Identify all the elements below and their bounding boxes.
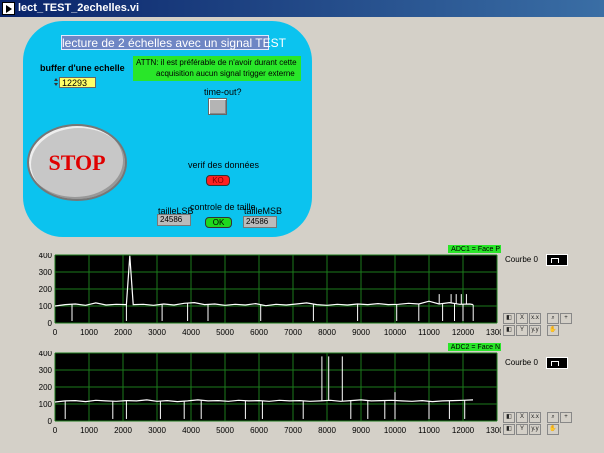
graph2-cursor-icon[interactable]: + [560, 412, 572, 423]
x-tick-label: 5000 [216, 426, 234, 435]
graph1-y-scale-lock-icon[interactable]: ◧ [503, 325, 515, 336]
labview-vi-icon [2, 2, 15, 15]
waveform-graph-adc1: 0 100 200 300 400 0 1000 2000 3000 4000 5000 6000 70… [23, 253, 501, 345]
x-tick-label: 8000 [318, 328, 336, 337]
graph2-x-autoscale-icon[interactable]: X [516, 412, 528, 423]
graph1-x-autoscale-icon[interactable]: X [516, 313, 528, 324]
graph1-y-autoscale-icon[interactable]: Y [516, 325, 528, 336]
graph1-curve-legend[interactable]: Courbe 0 [503, 254, 569, 266]
graph2-curve-swatch-icon[interactable] [546, 357, 568, 369]
graph2-zoom-icon[interactable]: ⌕ [547, 412, 559, 423]
buffer-label: buffer d'une echelle [40, 63, 125, 73]
graph1-pan-hand-icon[interactable]: ✋ [547, 325, 559, 336]
y-tick-label: 200 [39, 285, 53, 294]
y-tick-label: 300 [39, 366, 53, 375]
x-tick-label: 3000 [148, 328, 166, 337]
x-tick-label: 8000 [318, 426, 336, 435]
taille-msb-label: tailleMSB [244, 206, 283, 216]
x-tick-label: 11000 [418, 426, 440, 435]
y-tick-label: 400 [39, 351, 53, 358]
x-tick-label: 1000 [80, 328, 98, 337]
x-tick-label: 13000 [486, 328, 501, 337]
graph1-tool-palette: ◧ X x.x ◧ Y y.y ⌕ + ✋ [503, 313, 573, 339]
y-tick-label: 200 [39, 383, 53, 392]
x-tick-label: 7000 [284, 328, 302, 337]
graph1-y-format-icon[interactable]: y.y [529, 325, 541, 336]
attn-line-2: acquisition aucun signal trigger externe [156, 69, 295, 78]
waveform-graph-adc2: 0 100 200 300 400 0 1000 2000 3000 4000 5000 6000 70… [23, 351, 501, 443]
graph1-curve-swatch-icon[interactable] [546, 254, 568, 266]
labview-window: lect_TEST_2echelles.vi lecture de 2 éche… [0, 0, 604, 453]
taille-msb-value: 24586 [243, 216, 277, 228]
y-tick-label: 300 [39, 268, 53, 277]
graph2-y-format-icon[interactable]: y.y [529, 424, 541, 435]
x-tick-label: 1000 [80, 426, 98, 435]
window-title: lect_TEST_2echelles.vi [18, 2, 140, 14]
y-tick-label: 100 [39, 400, 53, 409]
y-tick-label: 100 [39, 302, 53, 311]
graph2-pan-hand-icon[interactable]: ✋ [547, 424, 559, 435]
x-tick-label: 9000 [352, 328, 370, 337]
timeout-indicator-button[interactable] [208, 98, 227, 115]
graph2-curve-legend[interactable]: Courbe 0 [503, 357, 569, 369]
y-tick-label: 0 [48, 319, 53, 328]
x-tick-label: 12000 [452, 328, 475, 337]
y-tick-label: 0 [48, 417, 53, 426]
graph1-svg: 01002003004000 1000 2000 3000 4000 5000 6000 70… [39, 253, 501, 337]
vi-title-label: lecture de 2 échelles avec un signal TES… [61, 35, 286, 50]
x-tick-label: 3000 [148, 426, 166, 435]
x-tick-label: 5000 [216, 328, 234, 337]
x-tick-label: 4000 [182, 426, 200, 435]
graph2-tool-palette: ◧ X x.x ◧ Y y.y ⌕ + ✋ [503, 412, 573, 438]
verif-label: verif des données [188, 160, 260, 170]
x-tick-label: 0 [53, 328, 58, 337]
x-tick-label: 6000 [250, 426, 268, 435]
stop-button[interactable]: STOP [27, 124, 127, 201]
x-tick-label: 11000 [418, 328, 440, 337]
x-tick-label: 7000 [284, 426, 302, 435]
timeout-label: time-out? [204, 87, 242, 97]
graph1-cursor-icon[interactable]: + [560, 313, 572, 324]
buffer-size-input[interactable]: 12293 [59, 77, 96, 88]
y-tick-label: 400 [39, 253, 53, 260]
x-tick-label: 10000 [384, 328, 407, 337]
graph2-y-scale-lock-icon[interactable]: ◧ [503, 424, 515, 435]
x-tick-label: 9000 [352, 426, 370, 435]
verif-status-led: KO [206, 175, 230, 186]
attn-line-1: ATTN: il est préférable de n'avoir duran… [136, 58, 297, 67]
graph2-svg: 01002003004000 1000 2000 3000 4000 5000 6000 70… [39, 351, 501, 435]
x-tick-label: 10000 [384, 426, 407, 435]
graph1-curve-label: Courbe 0 [505, 255, 538, 264]
x-tick-label: 2000 [114, 328, 132, 337]
graph1-x-scale-lock-icon[interactable]: ◧ [503, 313, 515, 324]
graph1-x-format-icon[interactable]: x.x [529, 313, 541, 324]
graph2-x-scale-lock-icon[interactable]: ◧ [503, 412, 515, 423]
x-tick-label: 4000 [182, 328, 200, 337]
x-tick-label: 6000 [250, 328, 268, 337]
x-tick-label: 0 [53, 426, 58, 435]
graph2-x-format-icon[interactable]: x.x [529, 412, 541, 423]
window-titlebar[interactable]: lect_TEST_2echelles.vi [0, 0, 604, 17]
taille-lsb-value: 24586 [157, 214, 191, 226]
x-tick-label: 2000 [114, 426, 132, 435]
attn-note: ATTN: il est préférable de n'avoir duran… [133, 56, 301, 81]
graph2-y-autoscale-icon[interactable]: Y [516, 424, 528, 435]
controle-status-led: OK [205, 217, 232, 228]
graph2-curve-label: Courbe 0 [505, 358, 538, 367]
x-tick-label: 13000 [486, 426, 501, 435]
x-tick-label: 12000 [452, 426, 475, 435]
graph1-zoom-icon[interactable]: ⌕ [547, 313, 559, 324]
